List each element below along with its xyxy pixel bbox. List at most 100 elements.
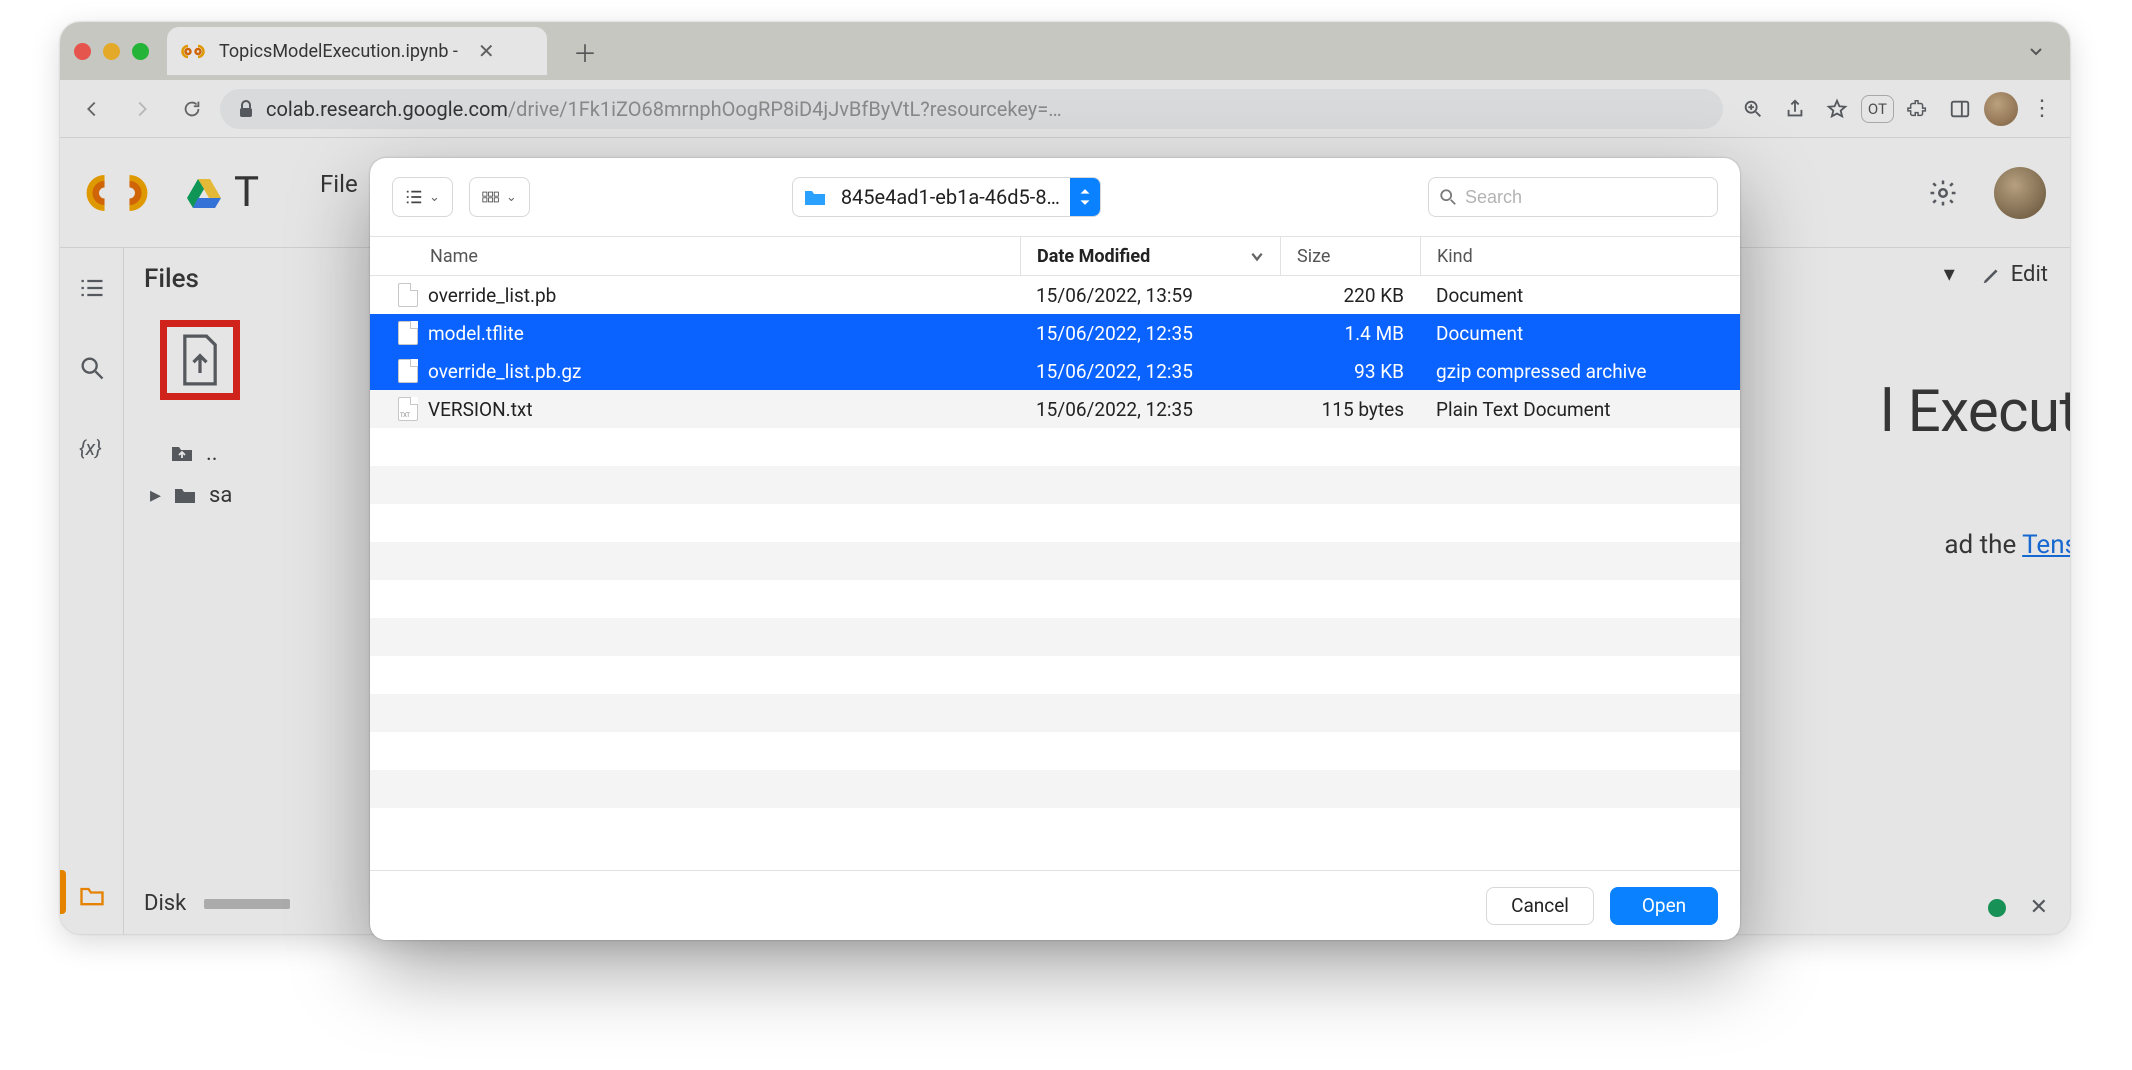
folder-stepper-icon[interactable] <box>1070 177 1100 217</box>
group-by-button[interactable]: ⌄ <box>469 177 530 217</box>
disk-usage-bar <box>204 899 290 909</box>
upload-file-icon <box>178 334 222 386</box>
column-kind-header[interactable]: Kind <box>1420 237 1740 275</box>
file-size: 1.4 MB <box>1280 322 1420 345</box>
file-name: model.tflite <box>428 322 524 345</box>
chevron-down-icon: ⌄ <box>506 190 517 205</box>
upload-file-button[interactable] <box>160 320 240 400</box>
column-size-header[interactable]: Size <box>1280 237 1420 275</box>
account-avatar-icon[interactable] <box>1994 167 2046 219</box>
chrome-menu-icon[interactable]: ⋮ <box>2024 91 2060 127</box>
file-name: override_list.pb.gz <box>428 360 581 383</box>
close-window-button[interactable] <box>74 43 91 60</box>
file-kind: Plain Text Document <box>1420 398 1740 421</box>
url-path: /drive/1Fk1iZO68mrnphOogRP8iD4jJvBfByVtL… <box>508 97 1062 121</box>
toolbar-caret[interactable]: ▾ <box>1944 262 1955 287</box>
file-size: 93 KB <box>1280 360 1420 383</box>
files-heading: Files <box>144 264 348 294</box>
dialog-toolbar: ⌄ ⌄ 845e4ad1-eb1a-46d5-8… <box>370 158 1740 236</box>
back-button[interactable] <box>70 87 114 131</box>
disk-label: Disk <box>144 891 186 916</box>
window-traffic-lights <box>74 43 149 60</box>
column-date-header[interactable]: Date Modified <box>1020 237 1280 275</box>
profile-chip[interactable]: OT <box>1861 95 1894 123</box>
variables-icon[interactable]: {x} <box>76 432 108 464</box>
forward-button[interactable] <box>120 87 164 131</box>
extensions-icon[interactable] <box>1900 91 1936 127</box>
file-tree-sample-label: sa <box>209 483 232 508</box>
file-row <box>370 542 1740 580</box>
omnibox[interactable]: colab.research.google.com/drive/1Fk1iZO6… <box>220 89 1723 129</box>
file-row <box>370 428 1740 466</box>
file-icon <box>398 359 418 383</box>
chevron-down-icon: ⌄ <box>429 190 440 205</box>
column-header-row: Name Date Modified Size Kind <box>370 236 1740 276</box>
file-row <box>370 656 1740 694</box>
search-input[interactable] <box>1465 187 1707 208</box>
share-icon[interactable] <box>1777 91 1813 127</box>
list-view-icon <box>405 188 423 206</box>
zoom-icon[interactable] <box>1735 91 1771 127</box>
doc-title-truncated: T <box>234 168 260 217</box>
tab-list-dropdown-icon[interactable] <box>2026 41 2046 61</box>
file-row[interactable]: override_list.pb.gz 15/06/2022, 12:3593 K… <box>370 352 1740 390</box>
file-row <box>370 466 1740 504</box>
tab-strip: TopicsModelExecution.ipynb - ✕ ＋ <box>60 22 2070 80</box>
file-icon <box>398 283 418 307</box>
colab-logo-icon[interactable] <box>84 172 150 214</box>
search-icon[interactable] <box>76 352 108 384</box>
runtime-status-dot-icon <box>1988 899 2006 917</box>
file-row[interactable]: model.tflite15/06/2022, 12:351.4 MBDocum… <box>370 314 1740 352</box>
zoom-window-button[interactable] <box>132 43 149 60</box>
lock-icon <box>238 100 254 118</box>
search-icon <box>1439 188 1457 206</box>
cell-toolbar: ▾ Edit <box>1944 262 2048 287</box>
file-kind: Document <box>1420 284 1740 307</box>
tensorflow-link[interactable]: Tens <box>2022 530 2070 560</box>
folder-icon <box>803 182 833 212</box>
doc-title-block: T <box>234 168 260 217</box>
file-row <box>370 694 1740 732</box>
file-open-dialog: ⌄ ⌄ 845e4ad1-eb1a-46d5-8… Name Date Modi… <box>370 158 1740 940</box>
sidepanel-icon[interactable] <box>1942 91 1978 127</box>
file-row[interactable]: override_list.pb15/06/2022, 13:59220 KBD… <box>370 276 1740 314</box>
expand-caret-icon: ▸ <box>150 483 161 508</box>
settings-gear-icon[interactable] <box>1928 178 1958 208</box>
file-date: 15/06/2022, 12:35 <box>1020 360 1280 383</box>
file-tree-up[interactable]: .. <box>144 432 348 474</box>
file-tree-sample-data[interactable]: ▸ sa <box>144 474 348 516</box>
search-box[interactable] <box>1428 177 1718 217</box>
folder-name: 845e4ad1-eb1a-46d5-8… <box>841 185 1070 209</box>
folder-dropdown[interactable]: 845e4ad1-eb1a-46d5-8… <box>792 177 1101 217</box>
open-button[interactable]: Open <box>1610 887 1718 925</box>
folder-icon <box>173 485 197 505</box>
new-tab-button-icon[interactable]: ＋ <box>573 34 597 69</box>
browser-tab[interactable]: TopicsModelExecution.ipynb - ✕ <box>167 27 547 75</box>
file-row <box>370 732 1740 770</box>
column-date-label: Date Modified <box>1037 246 1150 267</box>
column-name-header[interactable]: Name <box>370 237 1020 275</box>
cancel-button[interactable]: Cancel <box>1486 887 1594 925</box>
folder-up-icon <box>170 443 194 463</box>
reload-button[interactable] <box>170 87 214 131</box>
edit-cell-button[interactable]: Edit <box>1981 262 2048 287</box>
list-view-button[interactable]: ⌄ <box>392 177 453 217</box>
file-list: override_list.pb15/06/2022, 13:59220 KBD… <box>370 276 1740 870</box>
menu-file[interactable]: File <box>320 170 358 198</box>
colab-favicon-icon <box>181 39 205 63</box>
file-icon <box>398 321 418 345</box>
user-avatar-icon[interactable] <box>1984 92 2018 126</box>
file-row[interactable]: VERSION.txt15/06/2022, 12:35115 bytesPla… <box>370 390 1740 428</box>
file-date: 15/06/2022, 12:35 <box>1020 322 1280 345</box>
toc-icon[interactable] <box>76 272 108 304</box>
edit-label: Edit <box>2011 262 2048 287</box>
close-panel-icon[interactable]: ✕ <box>2030 895 2048 920</box>
close-tab-icon[interactable]: ✕ <box>478 39 495 63</box>
bookmark-star-icon[interactable] <box>1819 91 1855 127</box>
file-kind: gzip compressed archive <box>1420 360 1740 383</box>
minimize-window-button[interactable] <box>103 43 120 60</box>
file-row <box>370 618 1740 656</box>
files-panel: Files .. ▸ sa Disk <box>124 248 348 934</box>
file-name: override_list.pb <box>428 284 556 307</box>
files-tab-icon[interactable] <box>76 880 108 912</box>
